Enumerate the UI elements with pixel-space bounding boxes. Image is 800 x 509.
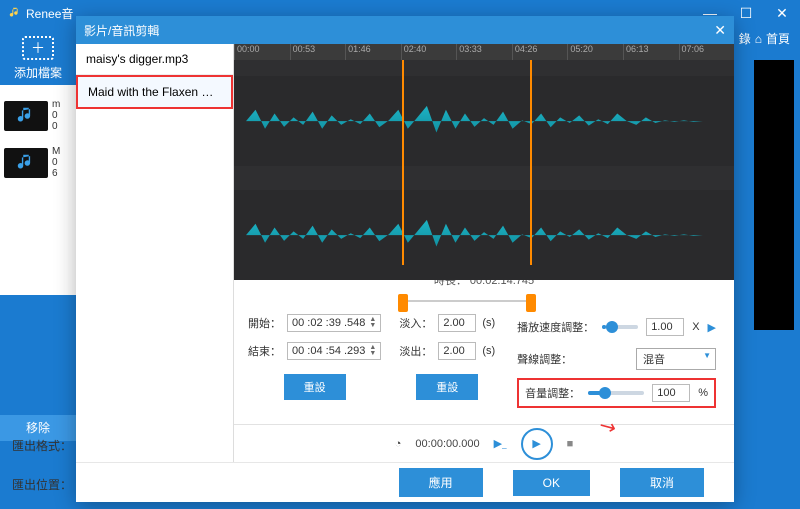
ok-button[interactable]: OK <box>513 470 590 496</box>
fadeout-input[interactable]: 2.00 <box>438 342 476 360</box>
fadein-value: 2.00 <box>443 317 464 329</box>
timeline-ruler[interactable]: 00:00 00:53 01:46 02:40 03:33 04:26 05:2… <box>234 44 734 60</box>
add-file-label: 添加檔案 <box>0 64 76 81</box>
spin-down-icon[interactable]: ▼ <box>369 351 376 357</box>
home-icon: ⌂ <box>755 32 762 46</box>
file-list-item-selected[interactable]: Maid with the Flaxen Hair.mp3 <box>76 75 233 109</box>
home-link[interactable]: 首頁 <box>766 30 790 47</box>
dialog-titlebar: 影片/音訊剪輯 ✕ <box>76 16 734 44</box>
end-time-input[interactable]: 00 :04 :54 .293 ▲▼ <box>287 342 381 360</box>
export-path-label: 匯出位置： <box>12 478 72 492</box>
edit-dialog: 影片/音訊剪輯 ✕ maisy's digger.mp3 Maid with t… <box>76 16 734 502</box>
volume-slider[interactable] <box>588 391 644 395</box>
volume-unit: % <box>698 387 708 399</box>
dialog-title-text: 影片/音訊剪輯 <box>84 22 159 39</box>
speed-play-icon[interactable]: ▶ <box>708 321 716 334</box>
fadein-input[interactable]: 2.00 <box>438 314 476 332</box>
ruler-tick: 04:26 <box>512 44 568 60</box>
volume-value: 100 <box>657 387 675 399</box>
volume-label: 音量調整： <box>525 385 580 401</box>
video-preview <box>754 60 794 330</box>
file-list: maisy's digger.mp3 Maid with the Flaxen … <box>76 44 234 462</box>
file-meta: 0 <box>52 121 60 132</box>
speed-label: 播放速度調整： <box>517 319 594 335</box>
tab-record[interactable]: 錄 <box>739 30 751 47</box>
ruler-tick: 06:13 <box>623 44 679 60</box>
playback-bar: ◔ 00:00:00.000 ▶_ ▶ ■ <box>234 424 734 462</box>
ruler-tick: 03:33 <box>456 44 512 60</box>
ruler-tick: 02:40 <box>401 44 457 60</box>
audio-thumbnail-icon <box>4 101 48 131</box>
fadeout-label: 淡出： <box>399 343 432 359</box>
ruler-tick: 00:00 <box>234 44 290 60</box>
apply-button[interactable]: 應用 <box>399 468 483 497</box>
ruler-tick: 05:20 <box>567 44 623 60</box>
spin-down-icon[interactable]: ▼ <box>369 323 376 329</box>
file-name: m <box>52 99 60 110</box>
ruler-tick: 07:06 <box>679 44 735 60</box>
range-handle-end[interactable] <box>526 294 536 312</box>
file-list-item[interactable]: maisy's digger.mp3 <box>76 44 233 75</box>
fadeout-value: 2.00 <box>443 345 464 357</box>
file-meta: 6 <box>52 168 60 179</box>
file-meta: 0 <box>52 110 60 121</box>
dialog-footer: 應用 OK 取消 <box>76 462 734 502</box>
speed-value: 1.00 <box>651 321 672 333</box>
selection-range[interactable] <box>402 60 532 265</box>
range-handle-start[interactable] <box>398 294 408 312</box>
channel-value: 混音 <box>643 354 665 366</box>
start-label: 開始： <box>248 315 281 331</box>
list-item[interactable]: M 0 6 <box>0 142 76 183</box>
ruler-tick: 01:46 <box>345 44 401 60</box>
range-handles[interactable] <box>234 292 734 310</box>
waveform-area[interactable] <box>234 60 734 266</box>
music-note-icon <box>8 6 22 20</box>
add-file-button[interactable]: ＋ 添加檔案 <box>0 32 76 85</box>
channel-select[interactable]: 混音 <box>636 348 716 370</box>
reset-button[interactable]: 重設 <box>416 374 478 400</box>
reset-button[interactable]: 重設 <box>284 374 346 400</box>
unit-seconds: (s) <box>482 345 495 357</box>
clock-icon: ◔ <box>395 438 402 450</box>
editor-panel: 00:00 00:53 01:46 02:40 03:33 04:26 05:2… <box>234 44 734 462</box>
speed-input[interactable]: 1.00 <box>646 318 684 336</box>
end-time-value: 00 :04 :54 .293 <box>292 345 365 357</box>
fadein-label: 淡入： <box>399 315 432 331</box>
start-time-value: 00 :02 :39 .548 <box>292 317 365 329</box>
volume-input[interactable]: 100 <box>652 384 690 402</box>
ruler-tick: 00:53 <box>290 44 346 60</box>
app-title: Renee音 <box>26 5 73 22</box>
export-format-label: 匯出格式： <box>12 439 72 453</box>
file-name: M <box>52 146 60 157</box>
list-item[interactable]: m 0 0 <box>0 95 76 136</box>
unit-seconds: (s) <box>482 317 495 329</box>
close-button[interactable]: ✕ <box>764 5 800 22</box>
file-meta: 0 <box>52 157 60 168</box>
stop-button[interactable]: ■ <box>567 438 574 450</box>
close-icon[interactable]: ✕ <box>714 22 726 39</box>
end-label: 結束： <box>248 343 281 359</box>
playback-time: 00:00:00.000 <box>415 438 479 450</box>
start-time-input[interactable]: 00 :02 :39 .548 ▲▼ <box>287 314 381 332</box>
cancel-button[interactable]: 取消 <box>620 468 704 497</box>
play-button[interactable]: ▶ <box>521 428 553 460</box>
speed-slider[interactable] <box>602 325 638 329</box>
step-forward-icon[interactable]: ▶_ <box>494 437 507 450</box>
add-file-icon: ＋ <box>22 36 54 60</box>
speed-x: X <box>692 321 699 333</box>
channel-label: 聲線調整： <box>517 351 572 367</box>
audio-thumbnail-icon <box>4 148 48 178</box>
